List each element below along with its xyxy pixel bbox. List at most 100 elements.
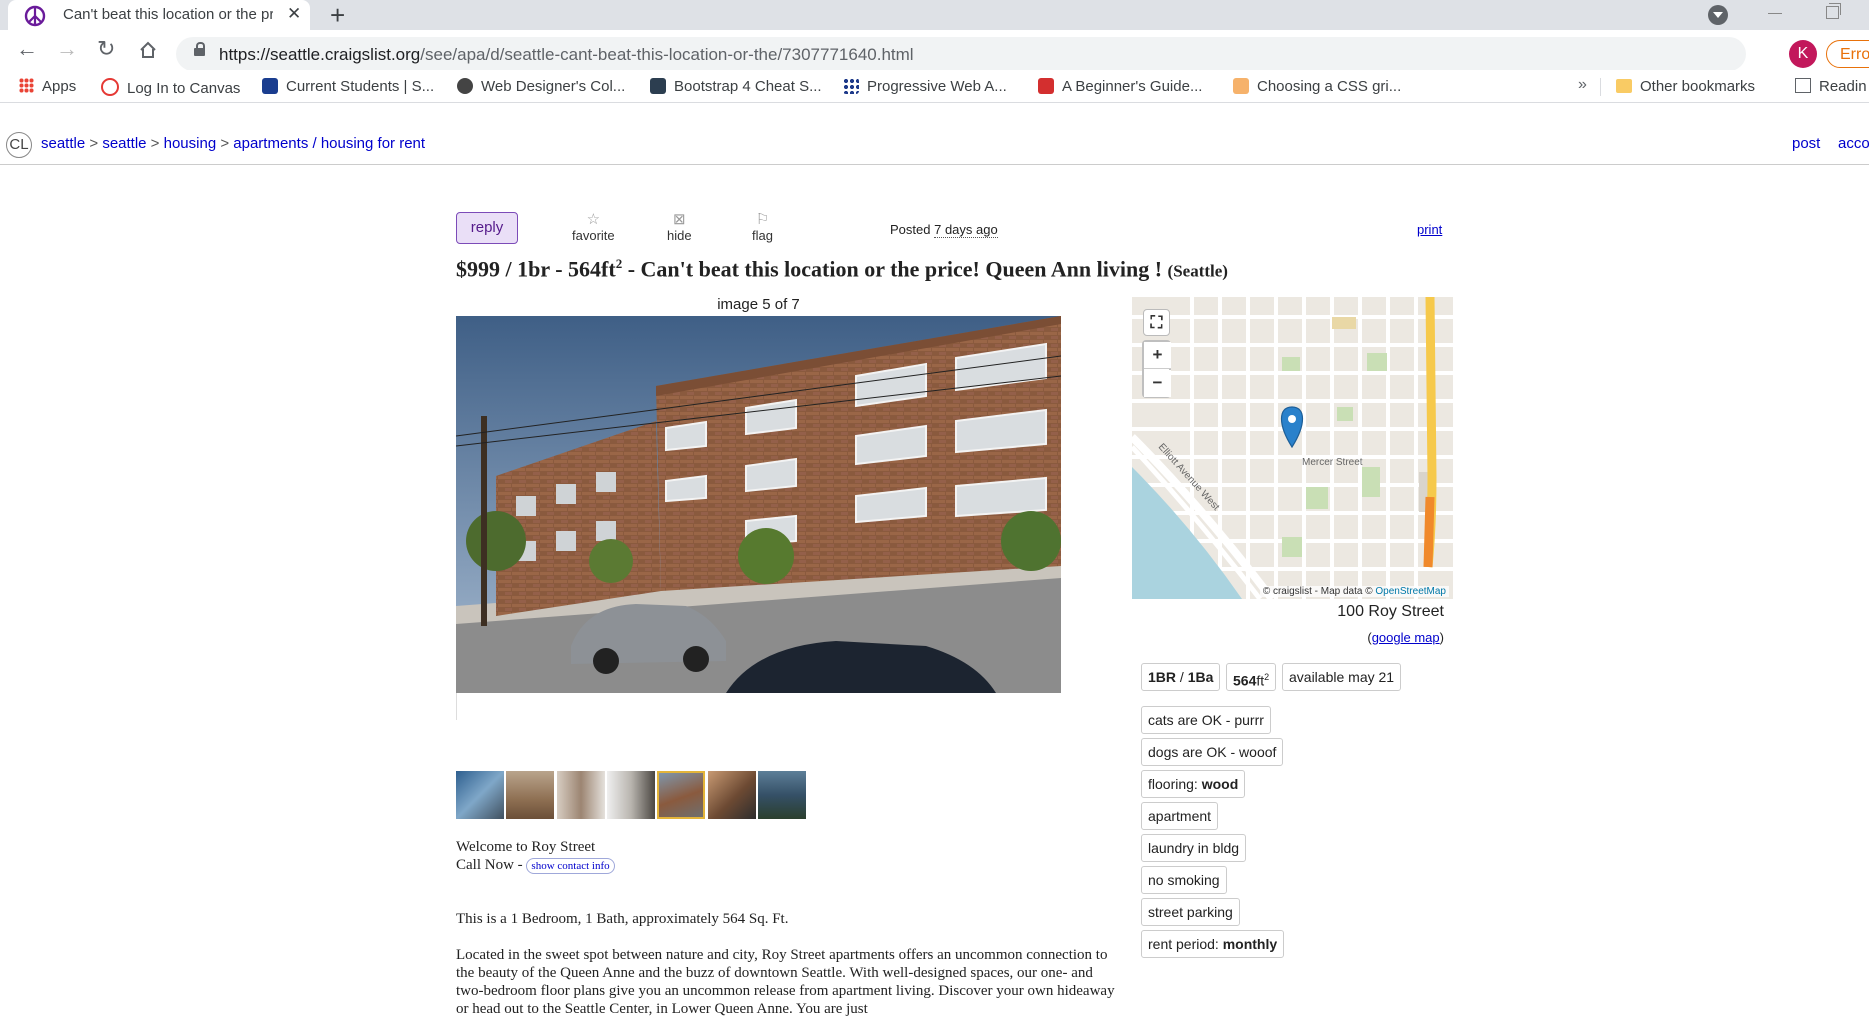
show-contact-info-button[interactable]: show contact info	[526, 858, 615, 874]
bookmark-canvas[interactable]: Log In to Canvas	[101, 78, 240, 97]
bookmarks-bar: Apps Log In to Canvas Current Students |…	[0, 70, 1869, 103]
posted-time: 7 days ago	[934, 222, 998, 238]
location-map[interactable]: Mercer Street Elliott Avenue West ⛶ + − …	[1132, 297, 1453, 599]
posting-body: Welcome to Roy Street Call Now - show co…	[456, 838, 1116, 1018]
bookmark-css-grid[interactable]: Choosing a CSS gri...	[1233, 78, 1401, 95]
lock-icon[interactable]	[194, 42, 205, 56]
forward-icon[interactable]: →	[56, 36, 78, 62]
flag-button[interactable]: ⚐ flag	[752, 211, 773, 244]
cats-tag: cats are OK - purrr	[1141, 706, 1271, 734]
posting-title: $999 / 1br - 564ft2 - Can't beat this lo…	[456, 256, 1228, 282]
restore-icon[interactable]	[1826, 3, 1841, 19]
post-link[interactable]: post	[1792, 135, 1820, 152]
sqft-tag: 564ft2	[1226, 663, 1277, 691]
reply-button[interactable]: reply	[456, 212, 518, 244]
breadcrumb: seattle > seattle > housing > apartments…	[41, 135, 426, 152]
hashnode-icon	[650, 78, 666, 94]
new-tab-icon[interactable]: +	[330, 1, 345, 29]
hide-icon: ⊠	[673, 211, 686, 228]
reload-icon[interactable]: ↻	[97, 36, 115, 62]
availability-tag: available may 21	[1282, 663, 1402, 691]
craigslist-header: CL seattle > seattle > housing > apartme…	[0, 128, 1869, 165]
thumbnail-6[interactable]	[708, 771, 756, 819]
posted-date: Posted 7 days ago	[890, 222, 998, 238]
map-street-label: Mercer Street	[1302, 457, 1363, 468]
university-icon	[262, 78, 278, 94]
other-bookmarks[interactable]: Other bookmarks	[1616, 78, 1755, 95]
body-paragraph-2: Located in the sweet spot between nature…	[456, 947, 1115, 1017]
close-tab-icon[interactable]: ✕	[287, 4, 301, 24]
google-map-link-wrapper: (google map)	[1367, 630, 1444, 645]
account-link[interactable]: acco	[1838, 135, 1869, 152]
tab-title: Can't beat this location or the pri	[63, 6, 273, 23]
profile-avatar[interactable]: K	[1789, 40, 1817, 68]
tab-search-icon[interactable]	[1708, 5, 1728, 25]
price: $999	[456, 256, 500, 282]
thumbnail-1[interactable]	[456, 771, 504, 819]
zoom-controls: + −	[1142, 340, 1171, 398]
title-text: - Can't beat this location or the price!…	[627, 256, 1163, 282]
image-counter: image 5 of 7	[717, 296, 800, 313]
neighborhood: (Seattle)	[1167, 261, 1228, 281]
orange-bookmark-icon	[1233, 78, 1249, 94]
url-text[interactable]: https://seattle.craigslist.org/see/apa/d…	[219, 45, 914, 65]
housing-info: / 1br - 564ft	[505, 256, 616, 282]
reading-list-icon	[1795, 78, 1811, 93]
crumb-apartments[interactable]: apartments / housing for rent	[233, 135, 425, 152]
smoking-tag: no smoking	[1141, 866, 1227, 894]
peace-icon	[24, 5, 46, 27]
home-icon[interactable]	[138, 40, 158, 60]
dots-icon	[843, 78, 859, 94]
tab-strip: Can't beat this location or the pri ✕ +	[0, 0, 1869, 30]
globe-icon	[457, 78, 473, 94]
address-bar[interactable]: https://seattle.craigslist.org/see/apa/d…	[176, 37, 1746, 71]
parking-tag: street parking	[1141, 898, 1240, 926]
map-address: 100 Roy Street	[1337, 603, 1444, 620]
more-bookmarks-icon[interactable]: »	[1578, 76, 1587, 94]
minimize-icon[interactable]	[1768, 13, 1782, 14]
bed-bath-tag: 1BR / 1Ba	[1141, 663, 1221, 691]
browser-toolbar: ← → ↻ https://seattle.craigslist.org/see…	[0, 30, 1869, 71]
bookmark-current-students[interactable]: Current Students | S...	[262, 78, 434, 95]
thumbnail-5[interactable]	[657, 771, 705, 819]
fullscreen-icon[interactable]: ⛶	[1143, 309, 1170, 336]
thumbnail-7[interactable]	[758, 771, 806, 819]
crumb-seattle-1[interactable]: seattle	[41, 135, 85, 152]
favorite-button[interactable]: ☆ favorite	[572, 212, 615, 244]
google-map-link[interactable]: google map	[1372, 630, 1440, 645]
housing-type-tag: apartment	[1141, 802, 1219, 830]
openstreetmap-link[interactable]: OpenStreetMap	[1375, 586, 1446, 597]
bookmark-pwa[interactable]: Progressive Web A...	[843, 78, 1007, 95]
crumb-seattle-2[interactable]: seattle	[102, 135, 146, 152]
bookmark-apps[interactable]: Apps	[19, 78, 76, 95]
reading-list[interactable]: Readin	[1795, 78, 1867, 95]
rent-period-tag: rent period: monthly	[1141, 930, 1285, 958]
bookmark-beginners-guide[interactable]: A Beginner's Guide...	[1038, 78, 1202, 95]
flag-icon: ⚐	[755, 211, 770, 228]
red-bookmark-icon	[1038, 78, 1054, 94]
bookmark-bootstrap[interactable]: Bootstrap 4 Cheat S...	[650, 78, 822, 95]
crumb-housing[interactable]: housing	[164, 135, 217, 152]
canvas-icon	[101, 78, 119, 96]
print-link[interactable]: print	[1417, 222, 1442, 237]
body-line-2: Call Now - show contact info	[456, 856, 1116, 874]
map-attribution: © craigslist - Map data © OpenStreetMap	[1259, 586, 1449, 597]
folder-icon	[1616, 79, 1632, 93]
hide-button[interactable]: ⊠ hide	[667, 211, 692, 244]
listing-photo[interactable]	[456, 316, 1061, 693]
back-icon[interactable]: ←	[16, 36, 38, 62]
laundry-tag: laundry in bldg	[1141, 834, 1247, 862]
thumbnail-3[interactable]	[557, 771, 605, 819]
thumbnail-2[interactable]	[506, 771, 554, 819]
thumbnail-4[interactable]	[607, 771, 655, 819]
zoom-out-button[interactable]: −	[1144, 370, 1171, 397]
bookmarks-divider	[1600, 78, 1601, 96]
gallery-divider	[456, 693, 457, 720]
body-line-1: Welcome to Roy Street	[456, 839, 596, 855]
error-button[interactable]: Error	[1826, 40, 1869, 68]
zoom-in-button[interactable]: +	[1144, 342, 1171, 369]
bookmark-web-designer[interactable]: Web Designer's Col...	[457, 78, 625, 95]
craigslist-logo[interactable]: CL	[6, 132, 32, 158]
active-tab[interactable]: Can't beat this location or the pri ✕	[8, 0, 310, 30]
body-paragraph-1: This is a 1 Bedroom, 1 Bath, approximate…	[456, 911, 789, 927]
